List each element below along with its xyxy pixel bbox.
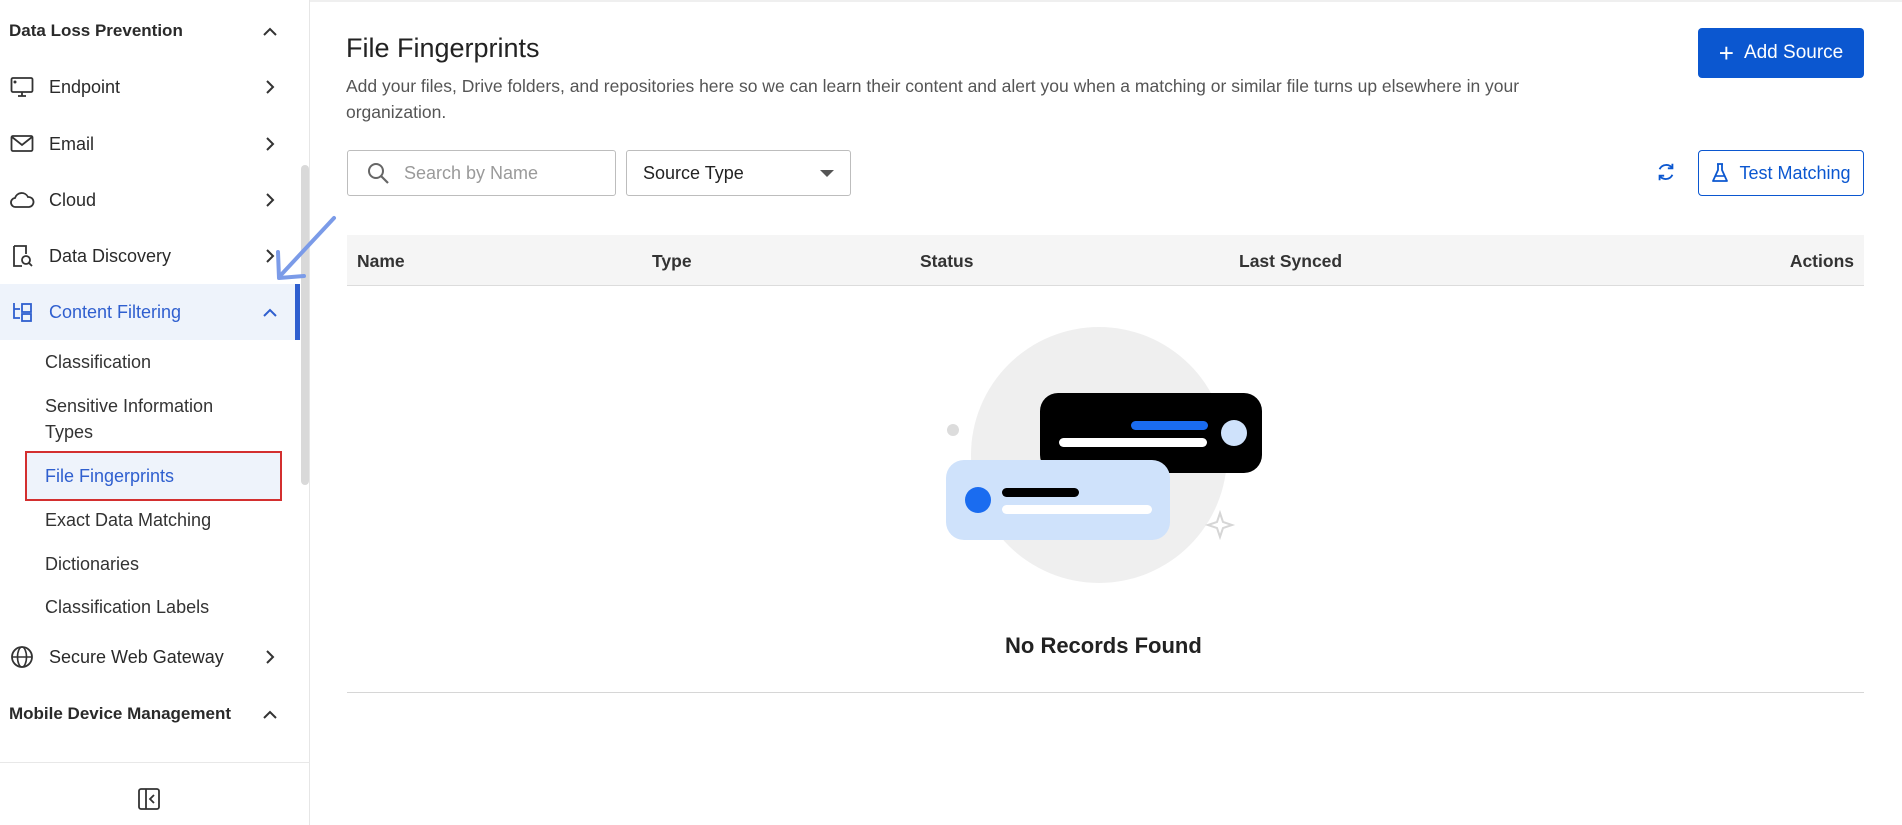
column-header-name[interactable]: Name <box>357 251 405 272</box>
add-source-button[interactable]: + Add Source <box>1698 28 1864 78</box>
refresh-icon[interactable] <box>1653 159 1679 185</box>
sidebar-item-secure-web-gateway[interactable]: Secure Web Gateway <box>0 629 300 685</box>
sidebar-subitem-exact-data-matching[interactable]: Exact Data Matching <box>45 507 211 533</box>
sidebar-item-label: Email <box>49 133 95 154</box>
chevron-up-icon <box>261 303 279 321</box>
empty-state-message: No Records Found <box>1005 633 1202 658</box>
section-mobile-device-management[interactable]: Mobile Device Management <box>9 704 231 724</box>
column-header-actions: Actions <box>1789 251 1854 271</box>
source-type-label: Source Type <box>643 162 744 183</box>
dropdown-caret-icon <box>820 170 834 177</box>
test-matching-label: Test Matching <box>1739 162 1851 183</box>
table-bottom-divider <box>347 692 1864 693</box>
top-divider <box>310 0 1902 2</box>
sidebar-item-label: Content Filtering <box>49 301 182 322</box>
sidebar: Data Loss Prevention Endpoint Email Clou… <box>0 0 310 825</box>
sidebar-item-cloud[interactable]: Cloud <box>0 172 300 228</box>
search-input[interactable] <box>404 162 604 184</box>
chevron-right-icon <box>261 135 279 153</box>
column-header-last-synced[interactable]: Last Synced <box>1239 251 1342 272</box>
cloud-icon <box>9 187 35 213</box>
test-matching-button[interactable]: Test Matching <box>1698 150 1864 196</box>
table-header: Name Type Status Last Synced Actions <box>347 235 1864 286</box>
chevron-right-icon <box>261 191 279 209</box>
search-box[interactable] <box>347 150 616 196</box>
column-header-status[interactable]: Status <box>920 251 973 272</box>
flask-icon <box>1712 163 1729 182</box>
document-search-icon <box>9 243 35 269</box>
sidebar-subitem-dictionaries[interactable]: Dictionaries <box>45 551 139 577</box>
column-header-type[interactable]: Type <box>652 251 692 272</box>
sidebar-item-endpoint[interactable]: Endpoint <box>0 59 300 115</box>
sidebar-subitem-sensitive-information-types[interactable]: Sensitive Information Types <box>45 393 255 445</box>
sidebar-item-label: Cloud <box>49 189 97 210</box>
monitor-icon <box>9 74 35 100</box>
globe-icon <box>9 644 35 670</box>
page-description: Add your files, Drive folders, and repos… <box>346 76 1520 122</box>
chevron-up-icon[interactable] <box>261 705 279 723</box>
section-data-loss-prevention[interactable]: Data Loss Prevention <box>9 21 183 41</box>
divider <box>0 762 310 763</box>
sidebar-item-label: Endpoint <box>49 76 121 97</box>
plus-icon: + <box>1718 38 1734 68</box>
sidebar-item-data-discovery[interactable]: Data Discovery <box>0 228 300 284</box>
collapse-sidebar-icon[interactable] <box>136 786 162 812</box>
tree-icon <box>9 299 35 325</box>
sidebar-subitem-classification-labels[interactable]: Classification Labels <box>45 594 209 620</box>
search-icon <box>368 163 389 184</box>
mail-icon <box>9 131 35 157</box>
sidebar-item-label: Secure Web Gateway <box>49 646 224 667</box>
add-source-label: Add Source <box>1743 42 1844 63</box>
sidebar-subitem-classification[interactable]: Classification <box>45 349 151 375</box>
sidebar-item-content-filtering[interactable]: Content Filtering <box>0 284 300 340</box>
sidebar-item-email[interactable]: Email <box>0 116 300 172</box>
chevron-right-icon <box>261 78 279 96</box>
sidebar-subitem-file-fingerprints[interactable]: File Fingerprints <box>45 463 174 489</box>
chevron-up-icon[interactable] <box>261 22 279 40</box>
annotation-arrow-icon <box>276 216 336 280</box>
source-type-select[interactable]: Source Type <box>626 150 851 196</box>
page-title: File Fingerprints <box>346 33 540 63</box>
chevron-right-icon <box>261 648 279 666</box>
empty-state-illustration <box>946 327 1262 583</box>
sidebar-item-label: Data Discovery <box>49 245 172 266</box>
